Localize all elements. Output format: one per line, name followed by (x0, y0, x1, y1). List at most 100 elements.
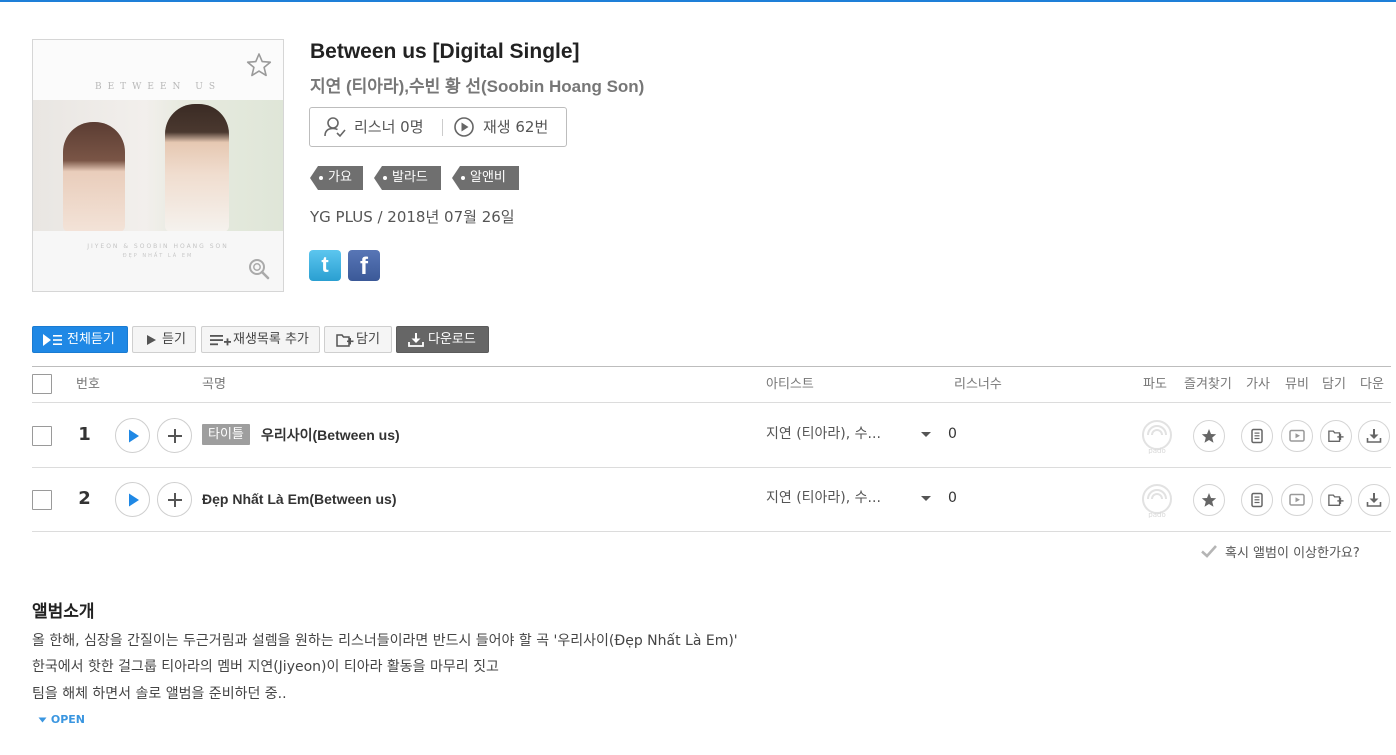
table-row: 2 Đẹp Nhất Là Em(Between us) 지연 (티아라), 수… (32, 468, 1391, 532)
download-icon (1366, 493, 1382, 507)
lyrics-icon (1251, 492, 1263, 508)
play-track-button[interactable] (115, 418, 150, 453)
top-accent-line (0, 0, 1396, 2)
stats-divider (442, 119, 443, 136)
cover-person-left (63, 122, 125, 231)
zoom-icon[interactable] (247, 257, 271, 281)
cover-person-right (165, 104, 229, 231)
facebook-icon: f (360, 253, 368, 280)
download-button[interactable]: 다운로드 (396, 326, 489, 353)
favorite-button[interactable] (1193, 420, 1225, 452)
open-intro-link[interactable]: OPEN (38, 713, 85, 726)
play-circle-icon (454, 117, 474, 137)
pado-icon[interactable]: pado (1140, 418, 1174, 454)
video-icon (1289, 429, 1305, 442)
title-track-badge: 타이틀 (202, 424, 250, 445)
add-track-button[interactable] (157, 418, 192, 453)
table-header: 번호 곡명 아티스트 리스너수 파도 즐겨찾기 가사 뮤비 담기 다운 (32, 367, 1391, 403)
song-listener-count: 0 (948, 490, 957, 506)
header-save: 담기 (1322, 377, 1346, 392)
header-download: 다운 (1360, 377, 1384, 392)
song-title[interactable]: 우리사이(Between us) (261, 424, 400, 446)
listen-label: 듣기 (162, 332, 186, 347)
music-video-button[interactable] (1281, 420, 1313, 452)
cover-bottom-subtext: ĐẸP NHẤT LÀ EM (122, 253, 194, 259)
genre-tag[interactable]: 가요 (310, 166, 366, 190)
header-lyrics: 가사 (1246, 377, 1270, 392)
chevron-down-icon[interactable] (921, 432, 931, 437)
save-track-button[interactable] (1320, 420, 1352, 452)
album-intro-line: 올 한해, 심장을 간질이는 두근거림과 설렘을 원하는 리스너들이라면 반드시… (32, 633, 738, 649)
play-icon (129, 429, 139, 443)
album-artist[interactable]: 지연 (티아라),수빈 황 선(Soobin Hoang Son) (310, 72, 644, 97)
facebook-share-button[interactable]: f (348, 250, 380, 281)
album-intro-title: 앨범소개 (32, 602, 95, 622)
caret-down-icon (38, 717, 47, 723)
album-intro-line: 팀을 해체 하면서 솔로 앨범을 준비하던 중.. (32, 686, 287, 702)
folder-add-icon (1328, 494, 1344, 506)
song-artist[interactable]: 지연 (티아라), 수... (766, 487, 881, 509)
save-label: 담기 (356, 332, 380, 347)
header-listeners: 리스너수 (954, 377, 1002, 392)
song-title[interactable]: Đẹp Nhất Là Em(Between us) (202, 488, 396, 510)
header-title: 곡명 (202, 377, 226, 392)
favorite-button[interactable] (1193, 484, 1225, 516)
download-label: 다운로드 (428, 332, 476, 347)
genre-tag[interactable]: 발라드 (374, 166, 444, 190)
save-track-button[interactable] (1320, 484, 1352, 516)
header-mv: 뮤비 (1285, 377, 1309, 392)
save-button[interactable]: 담기 (324, 326, 392, 353)
add-track-button[interactable] (157, 482, 192, 517)
album-label-date: YG PLUS / 2018년 07월 26일 (310, 208, 515, 226)
header-favorite: 즐겨찾기 (1184, 377, 1232, 392)
header-number: 번호 (76, 377, 100, 392)
play-icon (129, 493, 139, 507)
chevron-down-icon[interactable] (921, 496, 931, 501)
pado-icon[interactable]: pado (1140, 482, 1174, 518)
cover-photo (33, 100, 283, 231)
select-all-checkbox[interactable] (32, 374, 52, 394)
lyrics-button[interactable] (1241, 484, 1273, 516)
genre-tag[interactable]: 알앤비 (452, 166, 522, 190)
cover-title-text: BETWEEN US (94, 82, 222, 92)
star-icon[interactable] (246, 52, 272, 78)
song-listener-count: 0 (948, 426, 957, 442)
twitter-share-button[interactable]: t (309, 250, 341, 281)
download-track-button[interactable] (1358, 420, 1390, 452)
check-icon (1201, 545, 1217, 558)
song-artist[interactable]: 지연 (티아라), 수... (766, 423, 881, 445)
plus-icon (168, 429, 182, 443)
download-track-button[interactable] (1358, 484, 1390, 516)
folder-add-icon (1328, 430, 1344, 442)
album-stats: 리스너 0명 재생 62번 (309, 107, 567, 147)
header-pado: 파도 (1143, 377, 1167, 392)
add-playlist-icon (210, 335, 231, 346)
album-cover[interactable]: BETWEEN US JIYEON & SOOBIN HOANG SON ĐẸP… (32, 39, 284, 292)
lyrics-button[interactable] (1241, 420, 1273, 452)
play-all-button[interactable]: 전체듣기 (32, 326, 128, 353)
plus-icon (168, 493, 182, 507)
add-playlist-button[interactable]: 재생목록 추가 (201, 326, 320, 353)
play-list-icon (43, 334, 62, 346)
play-track-button[interactable] (115, 482, 150, 517)
listener-count-text: 리스너 0명 (354, 118, 424, 136)
report-album-text: 혹시 앨범이 이상한가요? (1225, 546, 1360, 561)
add-playlist-label: 재생목록 추가 (233, 332, 309, 347)
row-checkbox[interactable] (32, 426, 52, 446)
svg-text:pado: pado (1148, 511, 1165, 518)
music-video-button[interactable] (1281, 484, 1313, 516)
cover-bottom-band: JIYEON & SOOBIN HOANG SON ĐẸP NHẤT LÀ EM (33, 231, 283, 291)
listen-button[interactable]: 듣기 (132, 326, 196, 353)
listener-icon (324, 117, 346, 138)
row-checkbox[interactable] (32, 490, 52, 510)
play-all-label: 전체듣기 (67, 332, 115, 347)
svg-text:pado: pado (1148, 447, 1165, 454)
album-title: Between us [Digital Single] (310, 40, 580, 63)
table-row: 1 타이틀 우리사이(Between us) 지연 (티아라), 수... 0 … (32, 404, 1391, 468)
cover-bottom-text: JIYEON & SOOBIN HOANG SON (87, 243, 229, 250)
twitter-icon: t (321, 252, 329, 277)
album-intro-line: 한국에서 핫한 걸그룹 티아라의 멤버 지연(Jiyeon)이 티아라 활동을 … (32, 659, 499, 675)
track-number: 1 (78, 424, 91, 445)
play-icon (147, 335, 156, 345)
download-icon (1366, 429, 1382, 443)
